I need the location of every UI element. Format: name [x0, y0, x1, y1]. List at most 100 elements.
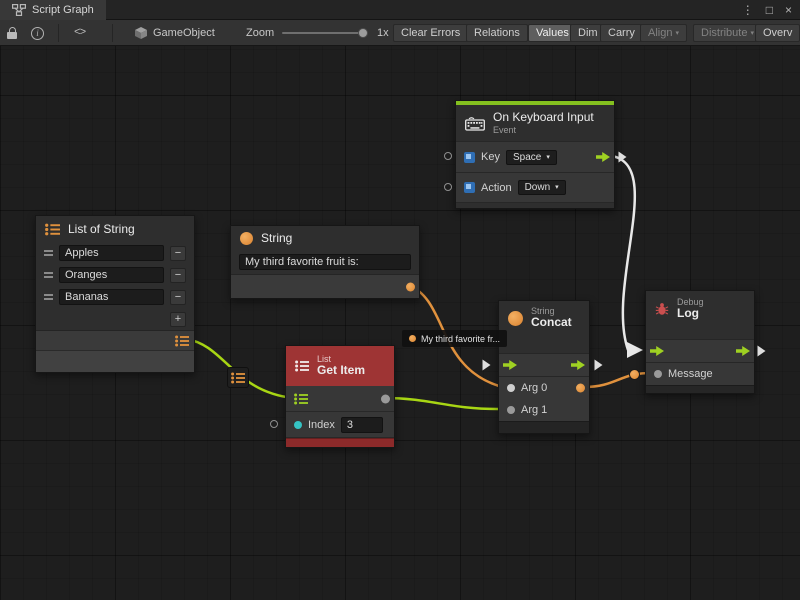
- button-label: Dim: [578, 27, 598, 39]
- keycode-icon: [464, 182, 475, 193]
- string-value-icon: [409, 335, 416, 342]
- flow-arrow-icon: [571, 360, 585, 370]
- flow-triangle-icon: [594, 358, 603, 376]
- close-icon[interactable]: ×: [785, 0, 792, 20]
- clear-errors-button[interactable]: Clear Errors: [393, 24, 468, 42]
- item-output-port[interactable]: [381, 394, 390, 403]
- node-concat[interactable]: String Concat Arg 0 Arg 1: [498, 300, 590, 434]
- node-on-keyboard-input[interactable]: On Keyboard Input Event Key Space ▾ Acti…: [455, 100, 615, 209]
- node-title: Log: [677, 307, 704, 321]
- remove-item-button[interactable]: −: [170, 268, 186, 283]
- unconnected-port-indicator[interactable]: [444, 152, 452, 160]
- key-dropdown[interactable]: Space ▾: [506, 150, 557, 165]
- node-title: Get Item: [317, 364, 365, 378]
- action-dropdown-value: Down: [525, 182, 551, 193]
- arg0-input-port[interactable]: [507, 384, 515, 392]
- string-type-icon: [240, 232, 253, 245]
- gameobject-label: GameObject: [153, 27, 215, 39]
- zoom-value: 1x: [377, 20, 389, 46]
- script-graph-icon: [12, 4, 26, 16]
- distribute-button[interactable]: Distribute ▾: [693, 24, 762, 42]
- index-field[interactable]: 3: [341, 417, 383, 433]
- node-get-item[interactable]: List Get Item Index 3: [285, 345, 395, 448]
- lock-button[interactable]: [7, 20, 17, 46]
- drag-handle-icon[interactable]: [44, 294, 53, 300]
- tab-script-graph[interactable]: Script Graph: [0, 0, 106, 20]
- wire-keyboard-to-log: [612, 156, 635, 350]
- message-input-port[interactable]: [654, 370, 662, 378]
- action-dropdown[interactable]: Down ▾: [518, 180, 566, 195]
- add-item-button[interactable]: +: [170, 312, 186, 327]
- wire-value-badge-string: [629, 369, 640, 380]
- list-icon: [231, 372, 245, 384]
- button-label: Align: [648, 27, 672, 39]
- unconnected-port-indicator[interactable]: [444, 183, 452, 191]
- flow-input-port[interactable]: [650, 346, 664, 356]
- drag-handle-icon[interactable]: [44, 272, 53, 278]
- zoom-slider-track[interactable]: [282, 32, 368, 34]
- flow-triangle-icon: [757, 344, 766, 362]
- button-label: Relations: [474, 27, 520, 39]
- button-label: Carry: [608, 27, 635, 39]
- node-subtitle: Event: [493, 125, 594, 135]
- index-label: Index: [308, 419, 335, 431]
- arg0-label: Arg 0: [521, 382, 547, 394]
- graph-canvas[interactable]: On Keyboard Input Event Key Space ▾ Acti…: [0, 46, 800, 600]
- carry-button[interactable]: Carry: [600, 24, 643, 42]
- chevron-down-icon: ▾: [555, 184, 559, 191]
- gameobject-selector[interactable]: GameObject: [134, 20, 215, 46]
- flow-input-port[interactable]: [503, 360, 517, 370]
- bug-icon: [655, 302, 669, 316]
- chevron-down-icon: ▾: [675, 30, 679, 37]
- flow-arrow-icon: [650, 346, 664, 356]
- list-item-field[interactable]: Oranges: [59, 267, 164, 283]
- node-footer: [36, 350, 194, 372]
- flow-output-port[interactable]: [736, 346, 750, 356]
- flow-output-port[interactable]: [596, 152, 610, 162]
- node-debug-log[interactable]: Debug Log Message: [645, 290, 755, 394]
- info-button[interactable]: i: [31, 20, 44, 46]
- string-value-field[interactable]: My third favorite fruit is:: [239, 254, 411, 270]
- flow-arrow-icon: [503, 360, 517, 370]
- index-input-port[interactable]: [294, 421, 302, 429]
- result-output-port[interactable]: [576, 384, 585, 393]
- zoom-slider-handle[interactable]: [358, 28, 368, 38]
- wire-preview-text: My third favorite fr...: [421, 334, 500, 344]
- list-output-port[interactable]: [175, 335, 189, 347]
- flow-output-port[interactable]: [571, 360, 585, 370]
- keyboard-icon: [465, 116, 485, 131]
- tab-title: Script Graph: [32, 4, 94, 16]
- maximize-icon[interactable]: □: [766, 0, 773, 20]
- key-label: Key: [481, 151, 500, 163]
- keycode-icon: [464, 152, 475, 163]
- list-item-field[interactable]: Bananas: [59, 289, 164, 305]
- node-title: Concat: [531, 316, 572, 330]
- node-string-literal[interactable]: String My third favorite fruit is:: [230, 225, 420, 299]
- window-menu-icon[interactable]: ⋮: [742, 0, 754, 20]
- list-input-port[interactable]: [294, 393, 308, 405]
- toolbar-separator: [112, 24, 113, 42]
- unconnected-port-indicator[interactable]: [270, 420, 278, 428]
- remove-item-button[interactable]: −: [170, 246, 186, 261]
- node-footer: [456, 203, 614, 208]
- relations-button[interactable]: Relations: [466, 24, 528, 42]
- zoom-slider[interactable]: [282, 20, 368, 46]
- remove-item-button[interactable]: −: [170, 290, 186, 305]
- button-label: Clear Errors: [401, 27, 460, 39]
- arg1-input-port[interactable]: [507, 406, 515, 414]
- node-spacer: [499, 335, 589, 353]
- string-output-port[interactable]: [406, 282, 415, 291]
- info-icon: i: [31, 27, 44, 40]
- list-item-field[interactable]: Apples: [59, 245, 164, 261]
- overview-button[interactable]: Overv: [755, 24, 800, 42]
- action-label: Action: [481, 182, 512, 194]
- code-view-button[interactable]: <>: [74, 20, 85, 46]
- code-icon: <>: [74, 27, 85, 39]
- node-footer: [499, 421, 589, 433]
- align-button[interactable]: Align ▾: [640, 24, 687, 42]
- drag-handle-icon[interactable]: [44, 250, 53, 256]
- arg1-label: Arg 1: [521, 404, 547, 416]
- flow-triangle-icon: [618, 150, 627, 168]
- chevron-down-icon: ▾: [546, 154, 550, 161]
- node-list-of-string[interactable]: List of String Apples − Oranges − Banana…: [35, 215, 195, 373]
